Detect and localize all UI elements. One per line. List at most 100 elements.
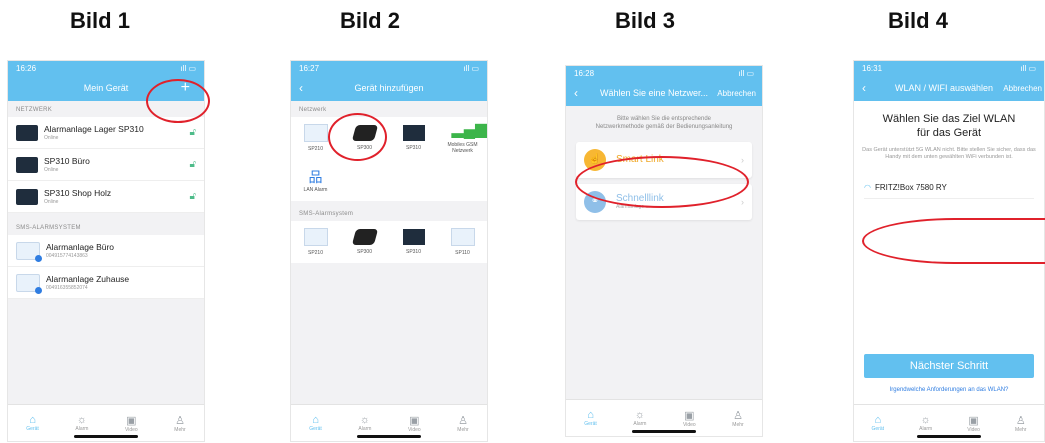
person-icon: ♙: [458, 414, 468, 427]
device-type-gsm[interactable]: ▂▄▆█Mobiles GSM Netzwerk: [438, 117, 487, 159]
video-icon: ▣: [968, 414, 979, 427]
home-icon: ⌂: [874, 414, 882, 426]
tab-alarm[interactable]: ☼ Alarm: [75, 414, 88, 432]
signal-icon: ıll ▭: [463, 63, 479, 73]
tab-device[interactable]: ⌂ Gerät: [309, 414, 322, 432]
tab-video[interactable]: ▣ Video: [408, 414, 421, 433]
sms-device-icon: [16, 241, 42, 262]
highlight-circle-sp300: [328, 113, 387, 161]
status-bar: 16:31 ıll ▭: [854, 61, 1044, 75]
device-phone: 004916355852074: [46, 285, 88, 291]
phone-screen-3: 16:28 ıll ▭ ‹ Wählen Sie eine Netzwer...…: [565, 65, 763, 437]
wifi-icon: ◠: [864, 182, 871, 192]
highlight-circle-plus: [146, 79, 210, 123]
signal-icon: ıll ▭: [180, 63, 196, 73]
tab-bar: ⌂ Gerät ☼ Alarm ▣ Video ♙ Mehr: [854, 404, 1044, 441]
sms-type-sp210[interactable]: SP210: [291, 221, 340, 263]
alarm-icon: ☼: [359, 414, 370, 426]
cancel-button[interactable]: Abbrechen: [1003, 84, 1042, 93]
tab-alarm[interactable]: ☼ Alarm: [633, 409, 646, 427]
unlock-icon[interactable]: 🔓︎: [190, 191, 196, 202]
tab-alarm[interactable]: ☼ Alarm: [919, 414, 932, 432]
device-type-grid-sms: SP210 SP300 SP310 SP110: [291, 221, 487, 263]
tab-more[interactable]: ♙ Mehr: [174, 414, 185, 433]
device-row[interactable]: SP310 Shop Holz Online 🔓︎: [8, 181, 204, 213]
device-name: SP310 Shop Holz: [44, 188, 112, 198]
tab-more[interactable]: ♙ Mehr: [457, 414, 468, 433]
tab-alarm[interactable]: ☼ Alarm: [358, 414, 371, 432]
sms-type-sp110[interactable]: SP110: [438, 221, 487, 263]
sms-device-icon: [16, 273, 42, 294]
tab-bar: ⌂ Gerät ☼ Alarm ▣ Video ♙ Mehr: [566, 399, 762, 436]
signal-bars-icon: ▂▄▆█: [451, 121, 488, 138]
person-icon: ♙: [1015, 414, 1026, 427]
sms-type-sp310[interactable]: SP310: [389, 221, 438, 263]
video-icon: ▣: [684, 409, 695, 422]
device-status: Online: [44, 199, 59, 205]
caption-bild-3: Bild 3: [615, 8, 675, 33]
unlock-icon[interactable]: 🔓︎: [190, 159, 196, 170]
tab-video[interactable]: ▣ Video: [125, 414, 138, 433]
highlight-circle-smart-link: [575, 156, 749, 208]
sms-device-icon: [303, 228, 328, 246]
section-label-network: Netzwerk: [299, 107, 327, 113]
home-icon: ⌂: [587, 409, 594, 421]
sms-type-sp300[interactable]: SP300: [340, 221, 389, 263]
device-phone: 004915774143863: [46, 253, 88, 259]
device-row[interactable]: SP310 Büro Online 🔓︎: [8, 149, 204, 181]
device-row[interactable]: Alarmanlage Büro 004915774143863: [8, 235, 204, 267]
wifi-network-row[interactable]: ◠ FRITZ!Box 7580 RY: [854, 161, 1044, 198]
wifi-description: Das Gerät unterstützt 5G WLAN nicht. Bit…: [862, 146, 1036, 160]
alarm-device-icon: [16, 156, 38, 173]
device-type-sp310[interactable]: SP310: [389, 117, 438, 159]
alarm-device-icon: [16, 188, 38, 205]
person-icon: ♙: [175, 414, 185, 427]
back-icon[interactable]: ‹: [862, 81, 866, 95]
instruction-text: Bitte wählen Sie die entsprechende Netzw…: [595, 116, 733, 130]
person-icon: ♙: [733, 409, 743, 422]
status-bar: 16:28 ıll ▭: [566, 66, 762, 80]
tab-more[interactable]: ♙ Mehr: [1015, 414, 1026, 433]
section-label-sms: SMS-Alarmsystem: [299, 211, 354, 217]
cancel-button[interactable]: Abbrechen: [717, 89, 756, 98]
video-icon: ▣: [126, 414, 137, 427]
alarm-device-icon: [16, 124, 38, 141]
signal-icon: ıll ▭: [738, 68, 754, 78]
chevron-right-icon: ›: [741, 196, 744, 207]
device-type-lan[interactable]: 品 LAN Alarm: [291, 159, 340, 201]
alarm-device-icon: [402, 229, 425, 245]
unlock-icon[interactable]: 🔓︎: [190, 127, 196, 138]
device-row[interactable]: Alarmanlage Zuhause 004916355852074: [8, 267, 204, 299]
tab-video[interactable]: ▣ Video: [967, 414, 980, 433]
tab-device[interactable]: ⌂ Gerät: [26, 414, 39, 432]
tab-device[interactable]: ⌂ Gerät: [872, 414, 885, 432]
wifi-network-name: FRITZ!Box 7580 RY: [874, 182, 947, 192]
chevron-right-icon: ›: [741, 154, 744, 165]
tab-more[interactable]: ♙ Mehr: [732, 409, 743, 428]
home-indicator: [917, 435, 981, 438]
back-icon[interactable]: ‹: [299, 81, 303, 95]
tab-bar: ⌂ Gerät ☼ Alarm ▣ Video ♙ Mehr: [8, 404, 204, 441]
device-status: Online: [44, 167, 59, 173]
status-bar: 16:26 ıll ▭: [8, 61, 204, 75]
wifi-requirements-link[interactable]: Irgendwelche Anforderungen an das WLAN?: [854, 387, 1044, 393]
caption-bild-4: Bild 4: [888, 8, 948, 33]
back-icon[interactable]: ‹: [574, 86, 578, 100]
next-step-button[interactable]: Nächster Schritt: [864, 354, 1034, 378]
hub-device-icon: [351, 229, 378, 245]
device-name: Alarmanlage Büro: [46, 242, 115, 252]
alarm-icon: ☼: [634, 409, 645, 421]
section-label-sms: SMS-ALARMSYSTEM: [16, 225, 81, 231]
nav-bar: ‹ WLAN / WIFI auswählen Abbrechen: [854, 75, 1044, 101]
wifi-heading: Wählen Sie das Ziel WLAN für das Gerät: [882, 113, 1016, 139]
home-icon: ⌂: [312, 414, 319, 426]
status-time: 16:26: [16, 63, 37, 73]
caption-bild-2: Bild 2: [340, 8, 400, 33]
page-title: Gerät hinzufügen: [354, 83, 424, 93]
tab-device[interactable]: ⌂ Gerät: [584, 409, 597, 427]
status-time: 16:27: [299, 63, 320, 73]
tab-video[interactable]: ▣ Video: [683, 409, 696, 428]
alarm-icon: ☼: [920, 414, 931, 426]
page-title: Wählen Sie eine Netzwer...: [599, 88, 709, 98]
status-time: 16:28: [574, 68, 595, 78]
